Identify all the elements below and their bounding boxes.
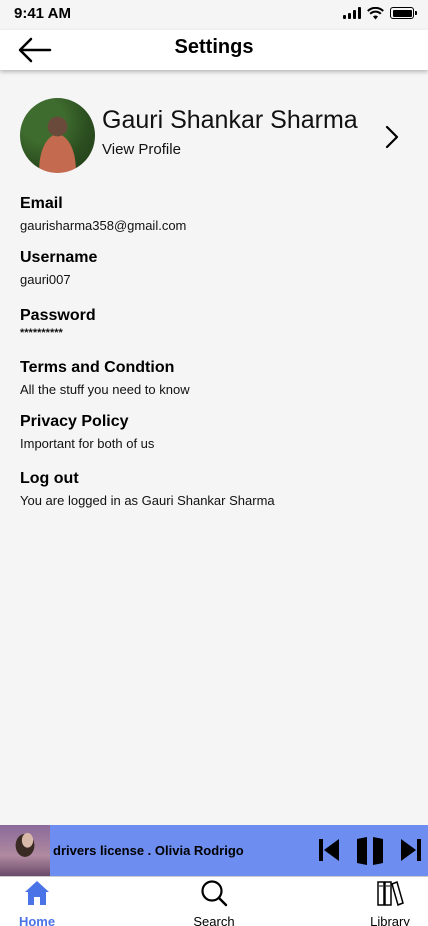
setting-title: Email <box>20 195 63 212</box>
tab-label: Search <box>193 914 235 926</box>
setting-username[interactable]: Username gauri007 <box>20 249 410 287</box>
setting-value: gauri007 <box>20 272 71 287</box>
setting-value: gaurisharma358@gmail.com <box>20 218 187 233</box>
setting-password[interactable]: Password ********** <box>20 307 410 339</box>
pause-icon[interactable] <box>356 835 384 867</box>
home-icon <box>25 881 49 905</box>
setting-logout[interactable]: Log out You are logged in as Gauri Shank… <box>20 470 410 508</box>
setting-subtitle: All the stuff you need to know <box>20 382 190 397</box>
signal-icon <box>343 7 361 19</box>
chevron-right-icon[interactable] <box>384 124 400 150</box>
mini-player[interactable]: drivers license . Olivia Rodrigo <box>0 825 428 876</box>
tab-library[interactable]: Library <box>360 879 420 926</box>
battery-icon <box>390 7 417 19</box>
setting-privacy[interactable]: Privacy Policy Important for both of us <box>20 413 410 451</box>
search-icon <box>201 880 228 907</box>
setting-subtitle: You are logged in as Gauri Shankar Sharm… <box>20 493 275 508</box>
tab-search[interactable]: Search <box>184 879 244 926</box>
app-header: Settings <box>0 30 428 70</box>
profile-row[interactable]: Gauri Shankar Sharma View Profile <box>20 98 410 174</box>
setting-title: Terms and Condtion <box>20 359 175 376</box>
view-profile-link[interactable]: View Profile <box>102 141 181 158</box>
setting-email[interactable]: Email gaurisharma358@gmail.com <box>20 195 410 233</box>
status-time: 9:41 AM <box>14 5 71 22</box>
wifi-icon <box>367 6 384 19</box>
previous-track-icon[interactable] <box>318 837 340 863</box>
tab-label: Home <box>18 914 56 926</box>
status-bar: 9:41 AM <box>0 0 428 28</box>
tab-home[interactable]: Home <box>7 879 67 926</box>
status-icons <box>343 5 417 21</box>
setting-title: Privacy Policy <box>20 413 129 430</box>
next-track-icon[interactable] <box>400 837 422 863</box>
tab-bar: Home Search Library <box>0 876 428 926</box>
setting-title: Log out <box>20 470 79 487</box>
password-mask: ********** <box>20 327 63 339</box>
tab-label: Library <box>370 914 410 926</box>
setting-title: Username <box>20 249 98 266</box>
setting-subtitle: Important for both of us <box>20 436 155 451</box>
track-title: drivers license . Olivia Rodrigo <box>53 843 244 858</box>
page-title: Settings <box>174 36 254 58</box>
library-icon <box>377 880 404 907</box>
setting-title: Password <box>20 307 96 324</box>
album-art <box>0 825 50 876</box>
profile-name: Gauri Shankar Sharma <box>102 106 358 134</box>
setting-terms[interactable]: Terms and Condtion All the stuff you nee… <box>20 359 410 397</box>
avatar <box>20 98 95 173</box>
